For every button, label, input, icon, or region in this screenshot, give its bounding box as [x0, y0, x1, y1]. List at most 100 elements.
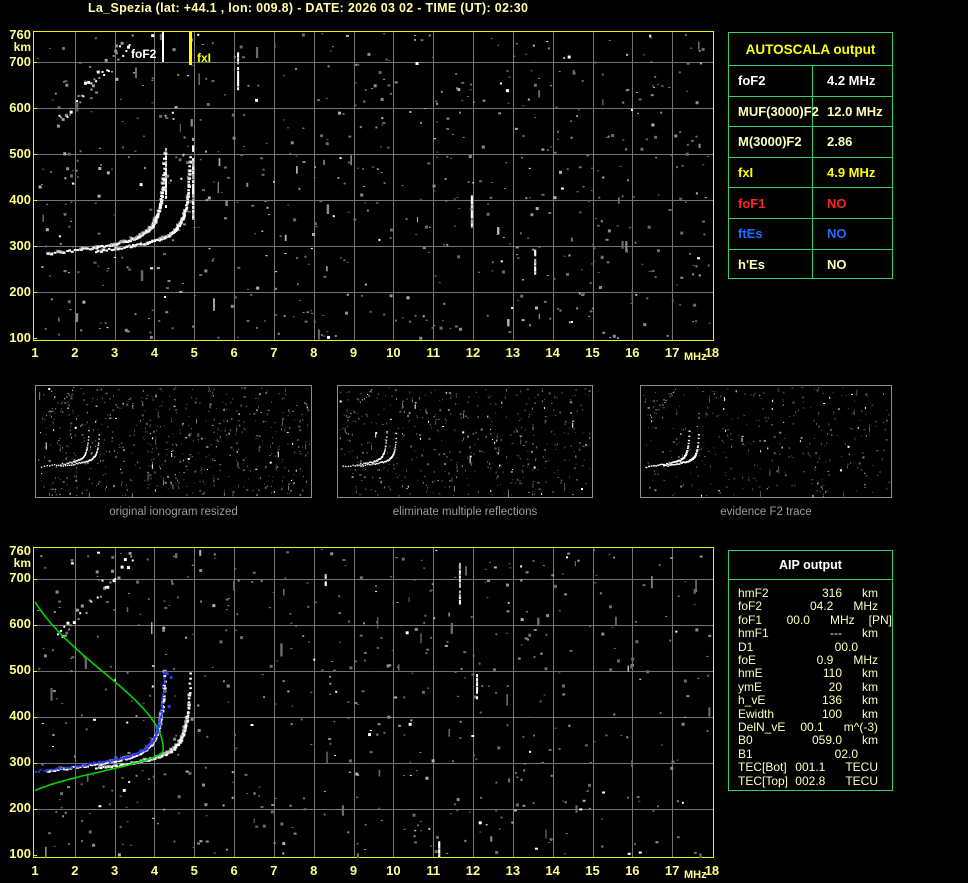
top-ionogram-plot	[33, 31, 714, 341]
autoscala-row-ftEs: ftEs NO	[729, 217, 892, 249]
thumbnail-caption-evidence: evidence F2 trace	[720, 506, 812, 518]
aip-row-label: TEC[Bot]	[738, 760, 787, 775]
autoscala-row-foF2: foF2 4.2 MHz	[729, 65, 892, 96]
aip-row-foF2: foF2 04.2 MHz	[729, 599, 892, 614]
aip-row-label: foF1	[738, 612, 763, 627]
aip-row-h_vE: h_vE 136 km	[729, 693, 892, 708]
aip-row-B1: B1 02.0	[729, 746, 892, 761]
aip-row-value: ---	[830, 626, 842, 641]
y-axis-tick-500-top: 500	[9, 146, 31, 162]
x-axis-tick-8-top: 8	[310, 345, 318, 360]
aip-row-value: 00.0	[834, 639, 858, 654]
x-axis-tick-16-bottom: 16	[625, 863, 640, 878]
aip-row-unit: MHz	[853, 599, 878, 614]
autoscala-row-value: 4.2 MHz	[827, 73, 876, 89]
x-axis-tick-5-bottom: 5	[190, 863, 198, 878]
x-axis-tick-17-bottom: 17	[664, 863, 680, 878]
autoscala-row-label: foF1	[729, 188, 813, 218]
aip-row-unit: MHz	[853, 653, 878, 668]
aip-row-label: ymE	[738, 679, 762, 694]
aip-row-extra	[878, 627, 892, 640]
aip-row-DelN_vE: DelN_vE 00.1 m^(-3)	[729, 720, 892, 735]
aip-row-label: B0	[738, 733, 753, 748]
y-axis-tick-600-top: 600	[9, 100, 31, 116]
aip-row-value: 04.2	[809, 599, 834, 614]
aip-row-value: 02.0	[834, 746, 858, 761]
autoscala-row-label: h'Es	[729, 249, 813, 280]
aip-row-ymE: ymE 20 km	[729, 679, 892, 694]
y-axis-tick-400-bottom: 400	[9, 708, 31, 724]
y-axis-tick-300-top: 300	[9, 238, 31, 254]
x-axis-tick-4-top: 4	[150, 345, 159, 360]
aip-row-label: h_vE	[738, 693, 766, 708]
y-axis-tick-100-top: 100	[9, 330, 31, 346]
x-axis-tick-13-bottom: 13	[505, 863, 521, 878]
autoscala-output-table: AUTOSCALA output foF2 4.2 MHz MUF(3000)F2 1…	[728, 32, 893, 280]
autoscala-row-h'Es: h'Es NO	[729, 248, 892, 280]
x-axis-unit-label-bottom: MHz	[684, 869, 707, 881]
aip-row-TEC[Bot]: TEC[Bot] 001.1 TECU	[729, 760, 892, 775]
aip-row-label: hmF2	[738, 586, 769, 600]
aip-row-extra	[878, 587, 892, 600]
y-axis-tick-500-bottom: 500	[9, 662, 31, 678]
aip-row-unit: km	[862, 693, 878, 708]
aip-row-extra	[878, 721, 892, 734]
autoscala-row-label: fxI	[729, 157, 813, 188]
aip-table-header: AIP output	[729, 551, 892, 580]
aip-row-hmF1: hmF1 --- km	[729, 626, 892, 641]
aip-row-label: Ewidth	[738, 706, 775, 721]
aip-row-label: D1	[738, 639, 754, 654]
aip-row-unit: km	[862, 626, 878, 641]
page-title: La_Spezia (lat: +44.1 , lon: 009.8) - DA…	[88, 1, 529, 15]
aip-row-label: foF2	[738, 599, 763, 614]
x-axis-tick-8-bottom: 8	[310, 863, 318, 878]
aip-row-extra	[878, 681, 892, 694]
x-axis-tick-2-bottom: 2	[71, 863, 79, 878]
aip-row-foE: foE 0.9 MHz	[729, 653, 892, 668]
aip-row-unit: km	[862, 666, 878, 681]
aip-row-extra	[878, 654, 892, 667]
y-axis-tick-400-top: 400	[9, 192, 31, 208]
aip-row-label: TEC[Top]	[738, 773, 789, 788]
x-axis-tick-15-top: 15	[585, 345, 600, 360]
autoscala-row-label: foF2	[729, 66, 813, 96]
aip-row-label: hmF1	[738, 626, 769, 641]
y-axis-tick-600-bottom: 600	[9, 616, 31, 632]
y-axis-tick-200-bottom: 200	[9, 800, 31, 816]
y-axis-unit-label-bottom: km	[13, 556, 31, 570]
aip-row-foF1: foF1 00.0 MHz [PN]	[729, 612, 892, 627]
aip-row-value: 002.8	[795, 773, 826, 788]
fxi-marker-label: fxI	[197, 51, 212, 65]
thumbnail-original-ionogram	[35, 385, 312, 498]
aip-row-unit: MHz	[829, 612, 855, 627]
aip-row-value: 059.0	[811, 733, 842, 748]
aip-row-hmE: hmE 110 km	[729, 666, 892, 681]
x-axis-tick-2-top: 2	[71, 345, 79, 360]
autoscala-row-value: 2.86	[827, 134, 853, 150]
x-axis-tick-1-top: 1	[31, 345, 39, 360]
aip-row-extra	[878, 708, 892, 721]
x-axis-unit-label-top: MHz	[684, 351, 707, 363]
aip-row-extra	[878, 600, 892, 613]
autoscala-row-fxI: fxI 4.9 MHz	[729, 156, 892, 188]
aip-row-unit: km	[862, 679, 878, 694]
autoscala-row-MUF(3000)F2: MUF(3000)F2 12.0 MHz	[729, 95, 892, 127]
aip-row-extra	[878, 641, 892, 654]
x-axis-tick-15-bottom: 15	[585, 863, 600, 878]
aip-row-label: DelN_vE	[738, 720, 786, 735]
aip-row-value: 316	[821, 586, 842, 600]
aip-row-unit: TECU	[845, 773, 878, 788]
autoscala-row-value: NO	[827, 256, 847, 272]
aip-row-extra	[878, 694, 892, 707]
x-axis-tick-3-top: 3	[111, 345, 119, 360]
aip-row-unit	[858, 748, 878, 761]
aip-row-extra	[878, 775, 892, 788]
thumbnail-caption-eliminate: eliminate multiple reflections	[392, 506, 538, 518]
aip-row-unit: km	[862, 733, 878, 748]
aip-row-unit: km	[862, 586, 878, 600]
bottom-ionogram-profile-plot	[33, 547, 714, 858]
x-axis-tick-5-top: 5	[190, 345, 198, 360]
aip-row-extra	[878, 734, 892, 747]
x-axis-tick-17-top: 17	[664, 345, 680, 360]
aip-row-extra	[878, 748, 892, 761]
